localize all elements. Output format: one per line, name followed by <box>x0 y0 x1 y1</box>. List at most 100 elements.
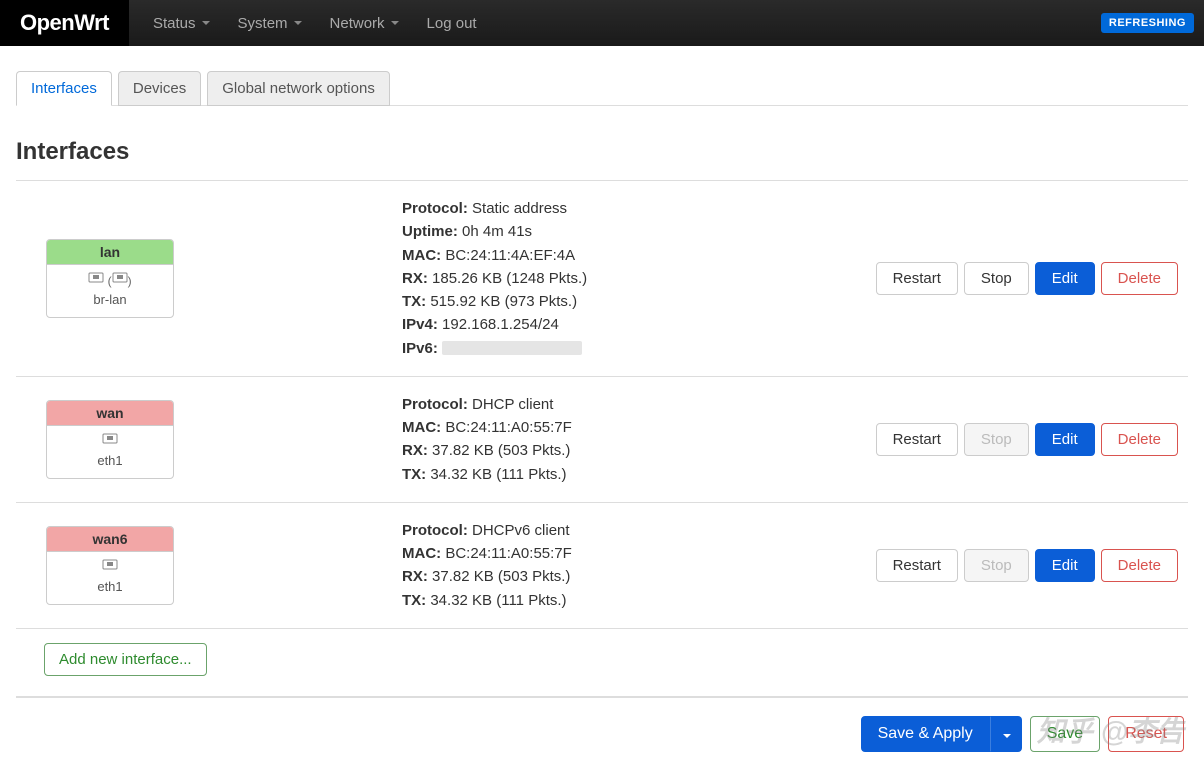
label-ipv4: IPv4: <box>402 316 438 333</box>
value-mac: BC:24:11:A0:55:7F <box>445 545 571 562</box>
label-uptime: Uptime: <box>402 223 458 240</box>
edit-button[interactable]: Edit <box>1035 549 1095 582</box>
value-mac: BC:24:11:A0:55:7F <box>445 419 571 436</box>
tab-interfaces[interactable]: Interfaces <box>16 71 112 106</box>
ethernet-port-icon <box>102 432 118 446</box>
label-rx: RX: <box>402 270 428 287</box>
value-mac: BC:24:11:4A:EF:4A <box>445 247 575 264</box>
save-apply-button[interactable]: Save & Apply <box>861 716 990 752</box>
save-button[interactable]: Save <box>1030 716 1100 752</box>
interface-info: Protocol: DHCPv6 client MAC: BC:24:11:A0… <box>402 519 860 612</box>
interface-actions: Restart Stop Edit Delete <box>876 549 1178 582</box>
interface-box[interactable]: wan eth1 <box>46 400 174 480</box>
tabs: Interfaces Devices Global network option… <box>16 70 1188 106</box>
edit-button[interactable]: Edit <box>1035 262 1095 295</box>
label-rx: RX: <box>402 442 428 459</box>
value-uptime: 0h 4m 41s <box>462 223 532 240</box>
navbar: OpenWrt Status System Network Log out RE… <box>0 0 1204 46</box>
nav-logout-label: Log out <box>427 15 477 32</box>
interface-device-body: eth1 <box>47 552 173 605</box>
interface-device-body: ( ) br-lan <box>47 265 173 318</box>
label-protocol: Protocol: <box>402 396 468 413</box>
interface-box-col: wan eth1 <box>26 400 386 480</box>
stop-button[interactable]: Stop <box>964 423 1029 456</box>
nav-system[interactable]: System <box>224 3 316 44</box>
nav-network-label: Network <box>330 15 385 32</box>
interface-info: Protocol: DHCP client MAC: BC:24:11:A0:5… <box>402 393 860 486</box>
value-rx: 37.82 KB (503 Pkts.) <box>432 568 570 585</box>
save-apply-dropdown-toggle[interactable] <box>990 716 1022 752</box>
interface-name: lan <box>47 240 173 265</box>
interface-box-col: lan ( ) br-lan <box>26 239 386 319</box>
chevron-down-icon <box>391 21 399 25</box>
label-mac: MAC: <box>402 247 441 264</box>
chevron-down-icon <box>294 21 302 25</box>
label-mac: MAC: <box>402 419 441 436</box>
add-interface-row: Add new interface... <box>16 629 1188 696</box>
nav-items: Status System Network Log out <box>139 3 491 44</box>
interface-row-wan: wan eth1 Protocol: DHCP client MAC: BC:2… <box>16 377 1188 503</box>
value-tx: 34.32 KB (111 Pkts.) <box>430 466 566 483</box>
interface-box-col: wan6 eth1 <box>26 526 386 606</box>
interface-actions: Restart Stop Edit Delete <box>876 423 1178 456</box>
interface-device: eth1 <box>97 579 122 594</box>
delete-button[interactable]: Delete <box>1101 549 1178 582</box>
interface-device: br-lan <box>93 292 126 307</box>
footer-actions: Save & Apply Save Reset <box>16 696 1188 772</box>
delete-button[interactable]: Delete <box>1101 423 1178 456</box>
interface-device-body: eth1 <box>47 426 173 479</box>
label-ipv6: IPv6: <box>402 340 438 357</box>
stop-button[interactable]: Stop <box>964 262 1029 295</box>
ethernet-port-icon <box>102 558 118 572</box>
interfaces-panel: lan ( ) br-lan Protocol: Static address … <box>16 180 1188 696</box>
chevron-down-icon <box>202 21 210 25</box>
interface-box[interactable]: lan ( ) br-lan <box>46 239 174 319</box>
value-protocol: DHCPv6 client <box>472 522 570 539</box>
value-tx: 515.92 KB (973 Pkts.) <box>430 293 577 310</box>
bridge-paren-close: ) <box>128 274 132 288</box>
value-ipv6-redacted <box>442 341 582 355</box>
nav-status-label: Status <box>153 15 196 32</box>
edit-button[interactable]: Edit <box>1035 423 1095 456</box>
value-tx: 34.32 KB (111 Pkts.) <box>430 592 566 609</box>
interface-name: wan <box>47 401 173 426</box>
interface-row-wan6: wan6 eth1 Protocol: DHCPv6 client MAC: B… <box>16 503 1188 629</box>
label-tx: TX: <box>402 466 426 483</box>
value-rx: 185.26 KB (1248 Pkts.) <box>432 270 587 287</box>
nav-network[interactable]: Network <box>316 3 413 44</box>
reset-button[interactable]: Reset <box>1108 716 1184 752</box>
label-tx: TX: <box>402 293 426 310</box>
page-title: Interfaces <box>16 138 1188 166</box>
ethernet-port-icon <box>88 271 104 285</box>
delete-button[interactable]: Delete <box>1101 262 1178 295</box>
interface-info: Protocol: Static address Uptime: 0h 4m 4… <box>402 197 860 360</box>
add-interface-button[interactable]: Add new interface... <box>44 643 207 676</box>
interface-name: wan6 <box>47 527 173 552</box>
label-rx: RX: <box>402 568 428 585</box>
save-apply-group: Save & Apply <box>861 716 1022 752</box>
nav-logout[interactable]: Log out <box>413 3 491 44</box>
nav-status[interactable]: Status <box>139 3 224 44</box>
chevron-down-icon <box>1003 734 1011 738</box>
restart-button[interactable]: Restart <box>876 423 958 456</box>
restart-button[interactable]: Restart <box>876 549 958 582</box>
interface-box[interactable]: wan6 eth1 <box>46 526 174 606</box>
value-protocol: Static address <box>472 200 567 217</box>
ethernet-port-icon <box>112 271 128 285</box>
interface-row-lan: lan ( ) br-lan Protocol: Static address … <box>16 181 1188 377</box>
stop-button[interactable]: Stop <box>964 549 1029 582</box>
interface-actions: Restart Stop Edit Delete <box>876 262 1178 295</box>
label-tx: TX: <box>402 592 426 609</box>
value-rx: 37.82 KB (503 Pkts.) <box>432 442 570 459</box>
label-protocol: Protocol: <box>402 200 468 217</box>
value-protocol: DHCP client <box>472 396 553 413</box>
nav-system-label: System <box>238 15 288 32</box>
restart-button[interactable]: Restart <box>876 262 958 295</box>
label-mac: MAC: <box>402 545 441 562</box>
brand-logo: OpenWrt <box>0 0 129 46</box>
tab-devices[interactable]: Devices <box>118 71 201 106</box>
interface-device: eth1 <box>97 453 122 468</box>
label-protocol: Protocol: <box>402 522 468 539</box>
tab-global-network-options[interactable]: Global network options <box>207 71 390 106</box>
refreshing-badge[interactable]: REFRESHING <box>1101 13 1194 33</box>
